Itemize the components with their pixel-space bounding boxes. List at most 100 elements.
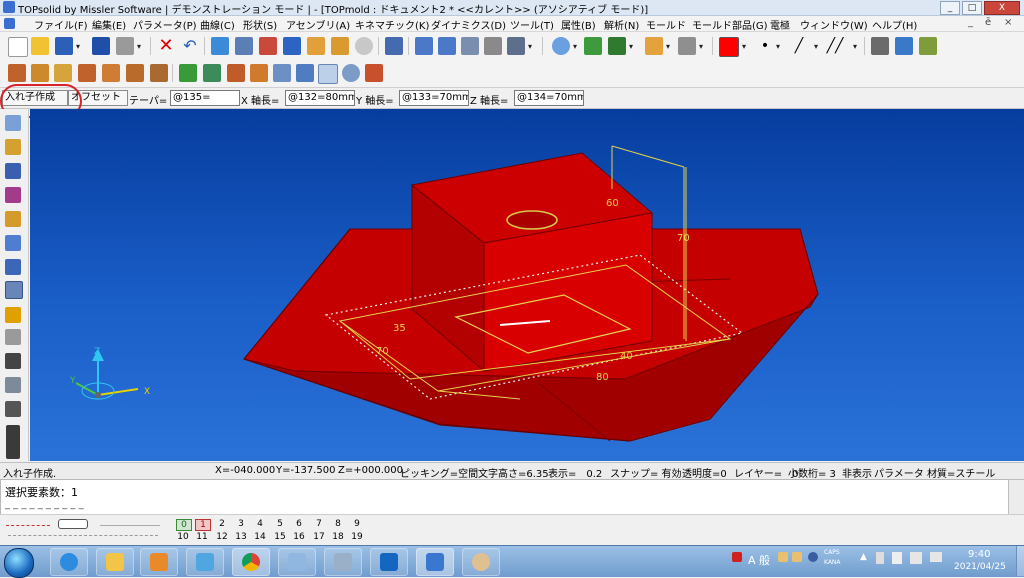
x-length-input[interactable]: @132=80mm xyxy=(285,90,355,106)
taskbar-topsolid[interactable] xyxy=(416,548,454,576)
layer-1-toggle[interactable]: 1 xyxy=(195,519,211,531)
print-dropdown-icon[interactable]: ▾ xyxy=(137,42,141,51)
trim-icon[interactable] xyxy=(461,37,479,55)
ime-tool-icon[interactable] xyxy=(778,552,788,562)
layer-13-toggle[interactable]: 13 xyxy=(234,532,248,542)
message-area[interactable]: 選択要素数：1 _ _ _ _ _ _ _ _ _ _ xyxy=(0,479,1010,515)
ime-pad-icon[interactable] xyxy=(792,552,802,562)
tray-expand-icon[interactable]: ▲ xyxy=(860,552,867,562)
kinematic-icon[interactable] xyxy=(5,259,21,275)
menu-shape[interactable]: 形状(S) xyxy=(243,17,277,32)
menu-kinematics[interactable]: キネマチック(K) xyxy=(355,17,429,32)
network-icon[interactable] xyxy=(910,552,922,564)
cut-icon[interactable] xyxy=(385,37,403,55)
undo-icon[interactable]: ↶ xyxy=(181,37,199,55)
menu-window[interactable]: ウィンドウ(W) xyxy=(800,17,868,32)
taskbar-notepad[interactable] xyxy=(278,548,316,576)
line-width-icon[interactable]: ╱╱ xyxy=(826,37,844,55)
delete-icon[interactable]: ✕ xyxy=(157,37,175,55)
layer-4-toggle[interactable]: 4 xyxy=(253,519,267,529)
usb-icon[interactable] xyxy=(876,552,884,564)
cam-icon[interactable] xyxy=(5,377,21,393)
flag-icon[interactable] xyxy=(732,552,742,562)
status-hide[interactable]: 非表示 xyxy=(842,465,872,480)
maximize-button[interactable]: □ xyxy=(962,1,982,15)
line-type-icon[interactable]: ╱ xyxy=(790,37,808,55)
status-text-height[interactable]: 文字高さ=6.35 xyxy=(478,465,549,480)
mold-mode-icon[interactable] xyxy=(5,281,23,299)
layer-17-toggle[interactable]: 17 xyxy=(312,532,326,542)
mold-plate-icon[interactable] xyxy=(78,64,96,82)
layer-15-toggle[interactable]: 15 xyxy=(273,532,287,542)
mdi-restore-button[interactable]: ē xyxy=(985,17,991,28)
status-decimals[interactable]: 小数桁= 3 xyxy=(788,465,836,480)
insert-icon[interactable] xyxy=(250,64,268,82)
layer-8-toggle[interactable]: 8 xyxy=(331,519,345,529)
menu-curve[interactable]: 曲線(C) xyxy=(200,17,235,32)
analyze-icon[interactable] xyxy=(342,64,360,82)
view-icon[interactable] xyxy=(608,37,626,55)
hammer-icon[interactable] xyxy=(283,37,301,55)
layer-11-toggle[interactable]: 11 xyxy=(195,532,209,542)
layer-0-toggle[interactable]: 0 xyxy=(176,519,192,531)
help-icon[interactable] xyxy=(808,552,818,562)
start-button[interactable] xyxy=(4,548,34,578)
point-style-icon[interactable]: • xyxy=(756,37,774,55)
search-element-icon[interactable] xyxy=(235,37,253,55)
zoom-dropdown-icon[interactable]: ▾ xyxy=(573,42,577,51)
document-icon[interactable] xyxy=(4,18,15,29)
mold-base-icon[interactable] xyxy=(54,64,72,82)
mold-part-icon[interactable] xyxy=(919,37,937,55)
speaker-icon[interactable] xyxy=(892,552,902,564)
properties-icon[interactable] xyxy=(259,37,277,55)
taskbar-media[interactable] xyxy=(140,548,178,576)
hook-icon[interactable] xyxy=(484,37,502,55)
mold-tool-icon[interactable] xyxy=(895,37,913,55)
mold-wizard-icon[interactable] xyxy=(31,64,49,82)
export-icon[interactable] xyxy=(365,64,383,82)
boss-block[interactable] xyxy=(410,152,654,373)
menu-parameter[interactable]: パラメータ(P) xyxy=(133,17,197,32)
message-scrollbar[interactable] xyxy=(1008,479,1024,515)
menu-attributes[interactable]: 属性(B) xyxy=(561,17,596,32)
draft-icon[interactable] xyxy=(5,329,21,345)
minimize-button[interactable]: _ xyxy=(940,1,960,15)
menu-help[interactable]: ヘルプ(H) xyxy=(872,17,917,32)
lifter-icon[interactable] xyxy=(227,64,245,82)
mdi-minimize-button[interactable]: _ xyxy=(968,17,973,28)
layer-5-toggle[interactable]: 5 xyxy=(273,519,287,529)
battery-icon[interactable] xyxy=(930,552,942,562)
nc-icon[interactable] xyxy=(5,401,21,417)
sketch-icon[interactable] xyxy=(507,37,525,55)
zoom-fit-icon[interactable] xyxy=(584,37,602,55)
tools-icon[interactable] xyxy=(307,37,325,55)
close-button[interactable]: X xyxy=(984,1,1020,15)
save-icon[interactable] xyxy=(55,37,73,55)
graduate-icon[interactable] xyxy=(871,37,889,55)
clock-time[interactable]: 9:40 xyxy=(968,549,990,560)
curve-tool-icon[interactable] xyxy=(5,139,21,155)
sketch-dropdown-icon[interactable]: ▾ xyxy=(528,42,532,51)
info-icon[interactable] xyxy=(92,37,110,55)
status-params[interactable]: パラメータ xyxy=(874,465,924,480)
layer-2-toggle[interactable]: 2 xyxy=(215,519,229,529)
layer-16-toggle[interactable]: 16 xyxy=(292,532,306,542)
solid-box-icon[interactable] xyxy=(5,163,21,179)
taskbar-chrome[interactable] xyxy=(232,548,270,576)
status-display[interactable]: 表示= 0.2 xyxy=(548,465,602,480)
z-length-input[interactable]: @134=70mm xyxy=(514,90,584,106)
layer-19-toggle[interactable]: 19 xyxy=(350,532,364,542)
menu-file[interactable]: ファイル(F) xyxy=(34,17,88,32)
nest-create-icon[interactable] xyxy=(318,64,338,84)
cooling-icon[interactable] xyxy=(296,64,314,82)
surface-icon[interactable] xyxy=(5,187,21,203)
save-dropdown-icon[interactable]: ▾ xyxy=(76,42,80,51)
menu-dynamics[interactable]: ダイナミクス(D) xyxy=(431,17,506,32)
taskbar-explorer[interactable] xyxy=(96,548,134,576)
electrode-icon[interactable] xyxy=(5,307,21,323)
layer-6-toggle[interactable]: 6 xyxy=(292,519,306,529)
assembly-icon[interactable] xyxy=(5,235,21,251)
layer-14-toggle[interactable]: 14 xyxy=(253,532,267,542)
screw-icon[interactable] xyxy=(5,211,21,227)
status-transparency[interactable]: 透明度=0 xyxy=(682,465,727,480)
